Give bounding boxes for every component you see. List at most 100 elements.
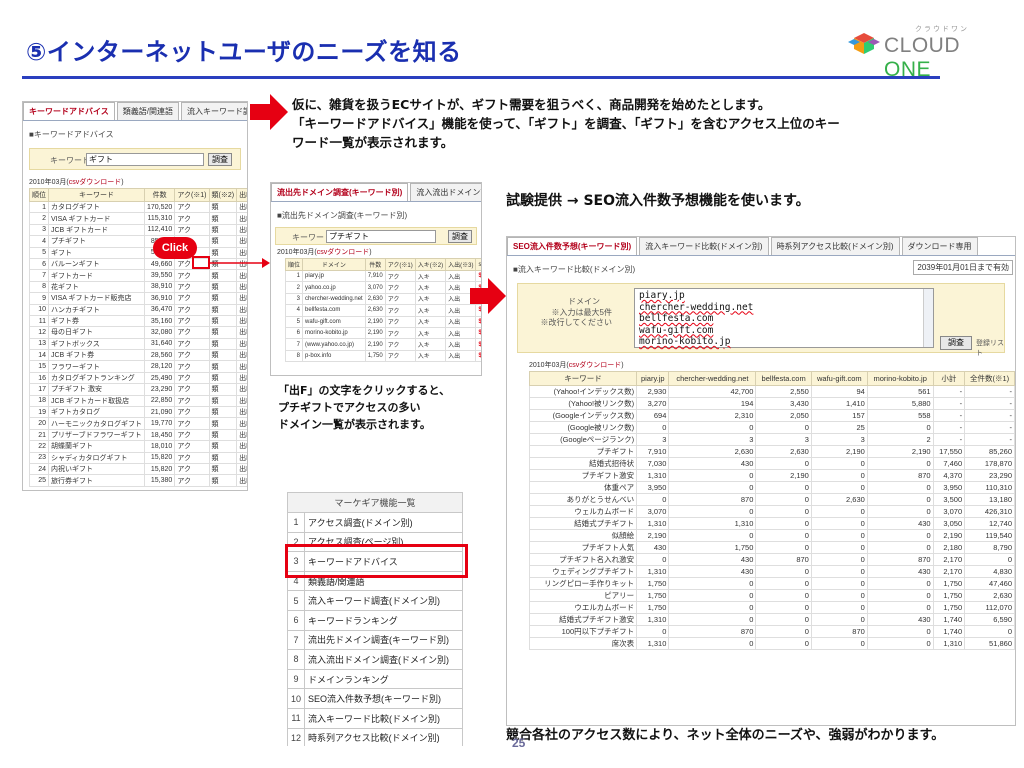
feature-label[interactable]: SEO流入件数予想(キーワード別) [304, 688, 463, 709]
textarea-scrollbar[interactable] [923, 289, 933, 347]
access-link[interactable]: アク [174, 349, 210, 362]
access-link[interactable]: アク [174, 462, 210, 476]
registered-list-link[interactable]: 登録リスト [976, 338, 1004, 358]
feature-item[interactable]: 11 流入キーワード比較(ドメイン別) [287, 707, 463, 729]
outbound-link[interactable]: 出F [236, 326, 247, 339]
feature-label[interactable]: アクセス調査(ドメイン別) [304, 512, 463, 533]
access-link[interactable]: アク [174, 280, 210, 294]
inbound-keyword-link[interactable]: 入キ [414, 269, 447, 283]
outbound-search-button[interactable]: 調査 [448, 230, 472, 243]
synonym-link[interactable]: 類 [208, 417, 238, 430]
outbound-link[interactable]: 出F [236, 349, 247, 362]
access-link[interactable]: アク [174, 292, 210, 305]
tab-0[interactable]: キーワードアドバイス [23, 102, 115, 120]
outbound-link[interactable]: 出F [236, 337, 247, 351]
synonym-link[interactable]: 類 [208, 235, 238, 248]
domain-cell[interactable]: wafu-gift.com [302, 315, 366, 328]
access-link[interactable]: アク [174, 200, 210, 214]
feature-label[interactable]: 流入キーワード調査(ドメイン別) [304, 590, 463, 611]
access-link[interactable]: アク [174, 326, 210, 339]
feature-label[interactable]: 流入流出ドメイン調査(ドメイン別) [304, 649, 463, 670]
inbound-keyword-link[interactable]: 入キ [414, 281, 447, 294]
access-link[interactable]: アク [174, 440, 210, 453]
synonym-link[interactable]: 類 [208, 212, 238, 225]
outbound-link[interactable]: 出F [236, 223, 247, 237]
synonym-link[interactable]: 類 [208, 269, 238, 282]
inbound-keyword-link[interactable]: 入キ [414, 338, 447, 351]
access-link[interactable]: アク [174, 337, 210, 351]
access-link[interactable]: アク [174, 383, 210, 396]
feature-item[interactable]: 8 流入流出ドメイン調査(ドメイン別) [287, 649, 463, 670]
access-link[interactable]: アク [174, 474, 210, 487]
synonym-link[interactable]: 類 [208, 462, 238, 476]
synonym-link[interactable]: 類 [208, 326, 238, 339]
access-link[interactable]: アク [174, 314, 210, 328]
inbound-keyword-link[interactable]: 入キ [414, 292, 447, 306]
outbound-link[interactable]: 出F [236, 269, 247, 282]
synonym-link[interactable]: 類 [208, 406, 238, 419]
outbound-keyword-input[interactable]: プチギフト [326, 230, 436, 243]
outbound-link[interactable]: 出F [236, 440, 247, 453]
tab-0[interactable]: 流出先ドメイン調査(キーワード別) [271, 183, 409, 201]
synonym-link[interactable]: 類 [208, 349, 238, 362]
keyword-input[interactable]: ギフト [86, 153, 204, 166]
keyword-search-button[interactable]: 調査 [208, 153, 232, 166]
feature-item[interactable]: 5 流入キーワード調査(ドメイン別) [287, 590, 463, 611]
synonym-link[interactable]: 類 [208, 360, 238, 373]
feature-item[interactable]: 1 アクセス調査(ドメイン別) [287, 512, 463, 533]
synonym-link[interactable]: 類 [208, 474, 238, 487]
outbound-link[interactable]: 出F [236, 212, 247, 225]
feature-item[interactable]: 7 流出先ドメイン調査(キーワード別) [287, 629, 463, 651]
synonym-link[interactable]: 類 [208, 451, 238, 465]
synonym-link[interactable]: 類 [208, 383, 238, 396]
access-link[interactable]: アク [384, 315, 416, 328]
tab-3[interactable]: ダウンロード専用 [901, 237, 978, 255]
domain-cell[interactable]: morino-kobito.jp [302, 326, 366, 340]
outbound-link[interactable]: 出F [236, 292, 247, 305]
access-link[interactable]: アク [174, 417, 210, 430]
in-out-link[interactable]: 入出 [445, 326, 477, 340]
outbound-link[interactable]: 出F [236, 280, 247, 294]
tab-1[interactable]: 流入キーワード比較(ドメイン別) [639, 237, 769, 255]
feature-label[interactable]: 時系列アクセス比較(ドメイン別) [304, 727, 463, 746]
feature-item[interactable]: 9 ドメインランキング [287, 668, 463, 690]
domain-cell[interactable]: p-box.info [302, 349, 366, 363]
synonym-link[interactable]: 類 [208, 337, 238, 351]
access-link[interactable]: アク [174, 360, 210, 373]
synonym-link[interactable]: 類 [208, 200, 238, 214]
synonym-link[interactable]: 類 [208, 303, 238, 316]
synonym-link[interactable]: 類 [208, 280, 238, 294]
outbound-link[interactable]: 出F [236, 303, 247, 316]
outbound-link[interactable]: 出F [236, 474, 247, 487]
access-link[interactable]: アク [174, 212, 210, 225]
synonym-link[interactable]: 類 [208, 371, 238, 385]
tab-2[interactable]: 時系列アクセス比較(ドメイン別) [770, 237, 900, 255]
inbound-keyword-link[interactable]: 入キ [414, 304, 447, 317]
outbound-link[interactable]: 出F [236, 383, 247, 396]
access-link[interactable]: アク [384, 281, 416, 294]
csv-download-link[interactable]: csvダウンロード [69, 179, 122, 186]
feature-label[interactable]: キーワードランキング [304, 609, 463, 631]
tab-1[interactable]: 類義語/関連語 [116, 102, 179, 120]
feature-item[interactable]: 12 時系列アクセス比較(ドメイン別) [287, 727, 463, 746]
expiry-select[interactable]: 2039年01月01日まで有効 [913, 260, 1013, 275]
outbound-link[interactable]: 出F [236, 451, 247, 465]
seo-icon[interactable]: $ [475, 326, 481, 340]
outbound-link[interactable]: 出F [236, 200, 247, 214]
feature-label[interactable]: 流入キーワード比較(ドメイン別) [304, 707, 463, 729]
outbound-link[interactable]: 出F [236, 394, 247, 408]
domain-cell[interactable]: chercher-wedding.net [302, 292, 366, 306]
seo-icon[interactable]: $ [475, 315, 481, 328]
feature-label[interactable]: 流出先ドメイン調査(キーワード別) [304, 629, 463, 651]
domain-cell[interactable]: bellfesta.com [302, 304, 366, 317]
in-out-link[interactable]: 入出 [445, 349, 477, 363]
access-link[interactable]: アク [174, 428, 210, 442]
feature-label[interactable]: ドメインランキング [304, 668, 463, 690]
synonym-link[interactable]: 類 [208, 223, 238, 237]
outbound-link[interactable]: 出F [236, 417, 247, 430]
access-link[interactable]: アク [174, 406, 210, 419]
outbound-link[interactable]: 出F [236, 462, 247, 476]
inbound-keyword-link[interactable]: 入キ [414, 315, 447, 328]
tab-1[interactable]: 流入流出ドメイン調査(ドメイン別) [410, 183, 481, 201]
synonym-link[interactable]: 類 [208, 314, 238, 328]
